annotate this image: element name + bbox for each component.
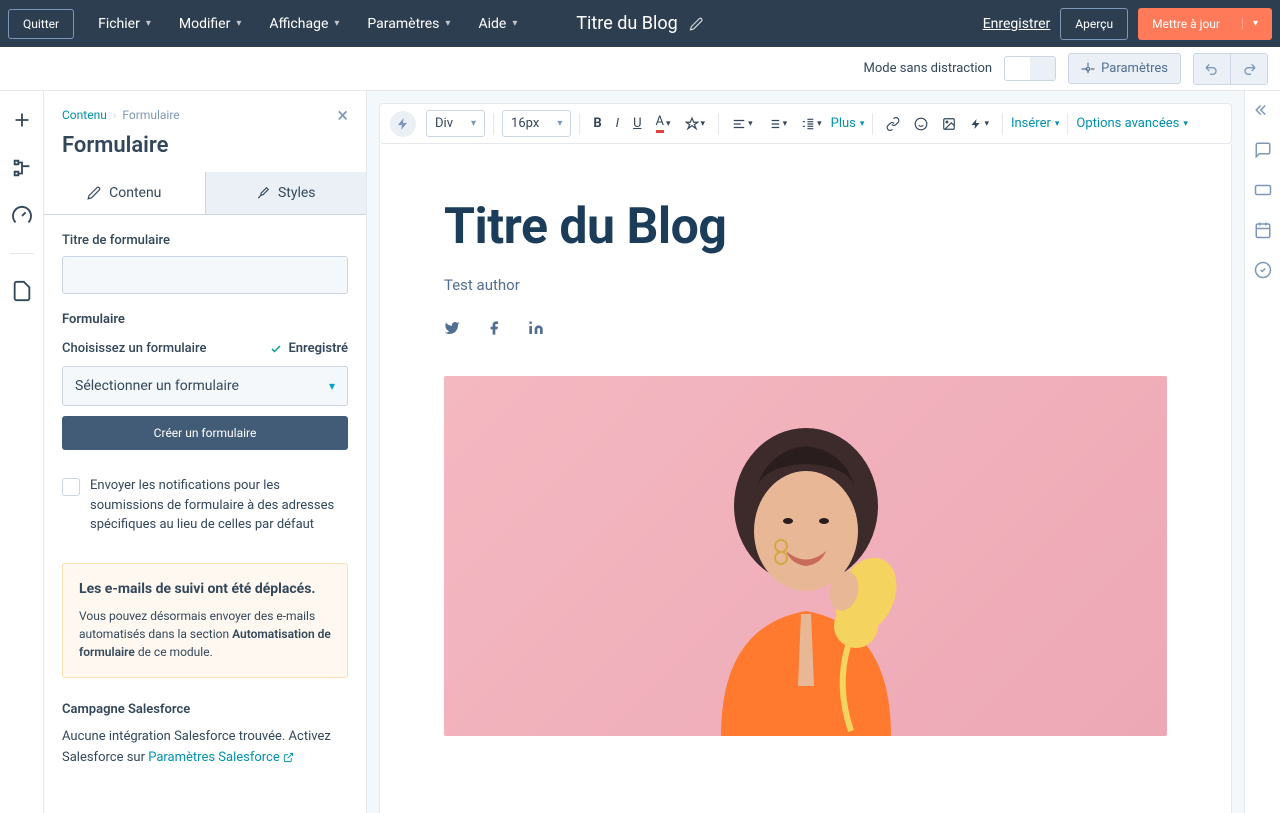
params-button[interactable]: Paramètres (1068, 53, 1181, 84)
divider (10, 253, 34, 254)
add-icon[interactable] (11, 109, 33, 131)
create-form-button[interactable]: Créer un formulaire (62, 416, 348, 450)
menu-display[interactable]: Affichage▾ (269, 16, 339, 32)
editor-canvas[interactable]: Titre du Blog Test author (379, 144, 1232, 813)
form-title-label: Titre de formulaire (62, 233, 348, 248)
saved-badge: Enregistré (270, 341, 348, 356)
indent-button[interactable]: ▾ (796, 113, 827, 135)
twitter-icon[interactable] (444, 320, 460, 336)
distraction-toggle[interactable] (1004, 56, 1056, 81)
info-text: Vous pouvez désormais envoyer des e-mail… (79, 607, 331, 661)
chat-icon[interactable] (1254, 141, 1272, 159)
form-title-input[interactable] (62, 256, 348, 294)
preview-button[interactable]: Aperçu (1060, 8, 1128, 40)
brush-icon (256, 186, 270, 200)
gauge-icon[interactable] (11, 205, 33, 227)
chevron-down-icon: ▾ (236, 18, 241, 29)
plus-menu[interactable]: Plus▾ (831, 116, 865, 131)
menu-help[interactable]: Aide▾ (478, 16, 517, 32)
redo-button[interactable] (1231, 54, 1267, 84)
tree-icon[interactable] (11, 157, 33, 179)
save-link[interactable]: Enregistrer (983, 16, 1051, 32)
emoji-button[interactable] (909, 113, 933, 135)
size-select[interactable]: 16px▾ (502, 110, 571, 137)
menu-edit[interactable]: Modifier▾ (179, 16, 241, 32)
choose-form-label: Choisissez un formulaire (62, 341, 206, 356)
menu-file[interactable]: Fichier▾ (98, 16, 151, 32)
chevron-down-icon[interactable]: ▾ (1242, 18, 1258, 29)
distraction-label: Mode sans distraction (864, 61, 993, 76)
chevron-down-icon: ▾ (512, 18, 517, 29)
format-select[interactable]: Div▾ (426, 110, 485, 137)
linkedin-icon[interactable] (528, 320, 544, 336)
menu-settings[interactable]: Paramètres▾ (367, 16, 450, 32)
breadcrumb-current: Formulaire (122, 108, 179, 122)
link-button[interactable] (881, 113, 905, 135)
pencil-icon (87, 186, 101, 200)
form-select[interactable]: Sélectionner un formulaire ▾ (62, 366, 348, 406)
tab-content[interactable]: Contenu (44, 172, 205, 214)
post-title[interactable]: Titre du Blog (444, 198, 1167, 256)
salesforce-title: Campagne Salesforce (62, 702, 348, 717)
facebook-icon[interactable] (486, 320, 502, 336)
person-illustration (626, 396, 986, 736)
underline-button[interactable]: U (628, 112, 646, 135)
breadcrumb: Contenu › Formulaire × (44, 91, 366, 125)
lightning-menu[interactable]: ▾ (965, 114, 994, 134)
bold-button[interactable]: B (588, 112, 606, 135)
pencil-icon[interactable] (690, 17, 704, 31)
list-button[interactable]: ▾ (762, 113, 793, 135)
chevron-down-icon: ▾ (146, 18, 151, 29)
calendar-icon[interactable] (1254, 221, 1272, 239)
advanced-menu[interactable]: Options avancées▾ (1076, 116, 1187, 131)
info-box: Les e-mails de suivi ont été déplacés. V… (62, 563, 348, 679)
chevron-down-icon: ▾ (329, 379, 335, 393)
breadcrumb-root[interactable]: Contenu (62, 108, 107, 122)
file-icon[interactable] (11, 280, 33, 302)
gear-icon (1081, 62, 1095, 76)
hero-image (444, 376, 1167, 736)
notifications-checkbox[interactable] (62, 478, 80, 496)
chevron-down-icon: ▾ (445, 18, 450, 29)
text-color-button[interactable]: A ▾ (651, 110, 676, 137)
undo-button[interactable] (1194, 54, 1231, 84)
collapse-icon[interactable] (1254, 101, 1272, 119)
post-author: Test author (444, 276, 1167, 294)
salesforce-text: Aucune intégration Salesforce trouvée. A… (62, 727, 348, 769)
device-icon[interactable] (1254, 181, 1272, 199)
check-icon (270, 343, 282, 355)
align-button[interactable]: ▾ (727, 113, 758, 135)
form-section-label: Formulaire (62, 312, 348, 327)
italic-button[interactable]: I (611, 112, 624, 135)
close-icon[interactable]: × (337, 105, 348, 125)
page-title: Titre du Blog (576, 13, 677, 34)
lightning-icon[interactable] (390, 111, 416, 137)
highlight-button[interactable]: ▾ (680, 113, 711, 135)
external-link-icon (283, 752, 294, 763)
panel-title: Formulaire (44, 125, 366, 172)
editor-toolbar: Div▾ 16px▾ B I U A ▾ ▾ ▾ ▾ ▾ Plus▾ ▾ Ins… (379, 103, 1232, 144)
salesforce-link[interactable]: Paramètres Salesforce (148, 750, 294, 765)
chevron-down-icon: ▾ (334, 18, 339, 29)
image-button[interactable] (937, 113, 961, 135)
info-title: Les e-mails de suivi ont été déplacés. (79, 580, 331, 600)
check-circle-icon[interactable] (1254, 261, 1272, 279)
notifications-label: Envoyer les notifications pour les soumi… (90, 476, 348, 535)
insert-menu[interactable]: Insérer▾ (1011, 116, 1059, 131)
quit-button[interactable]: Quitter (8, 9, 74, 39)
tab-styles[interactable]: Styles (205, 172, 367, 214)
update-button[interactable]: Mettre à jour▾ (1138, 8, 1272, 40)
